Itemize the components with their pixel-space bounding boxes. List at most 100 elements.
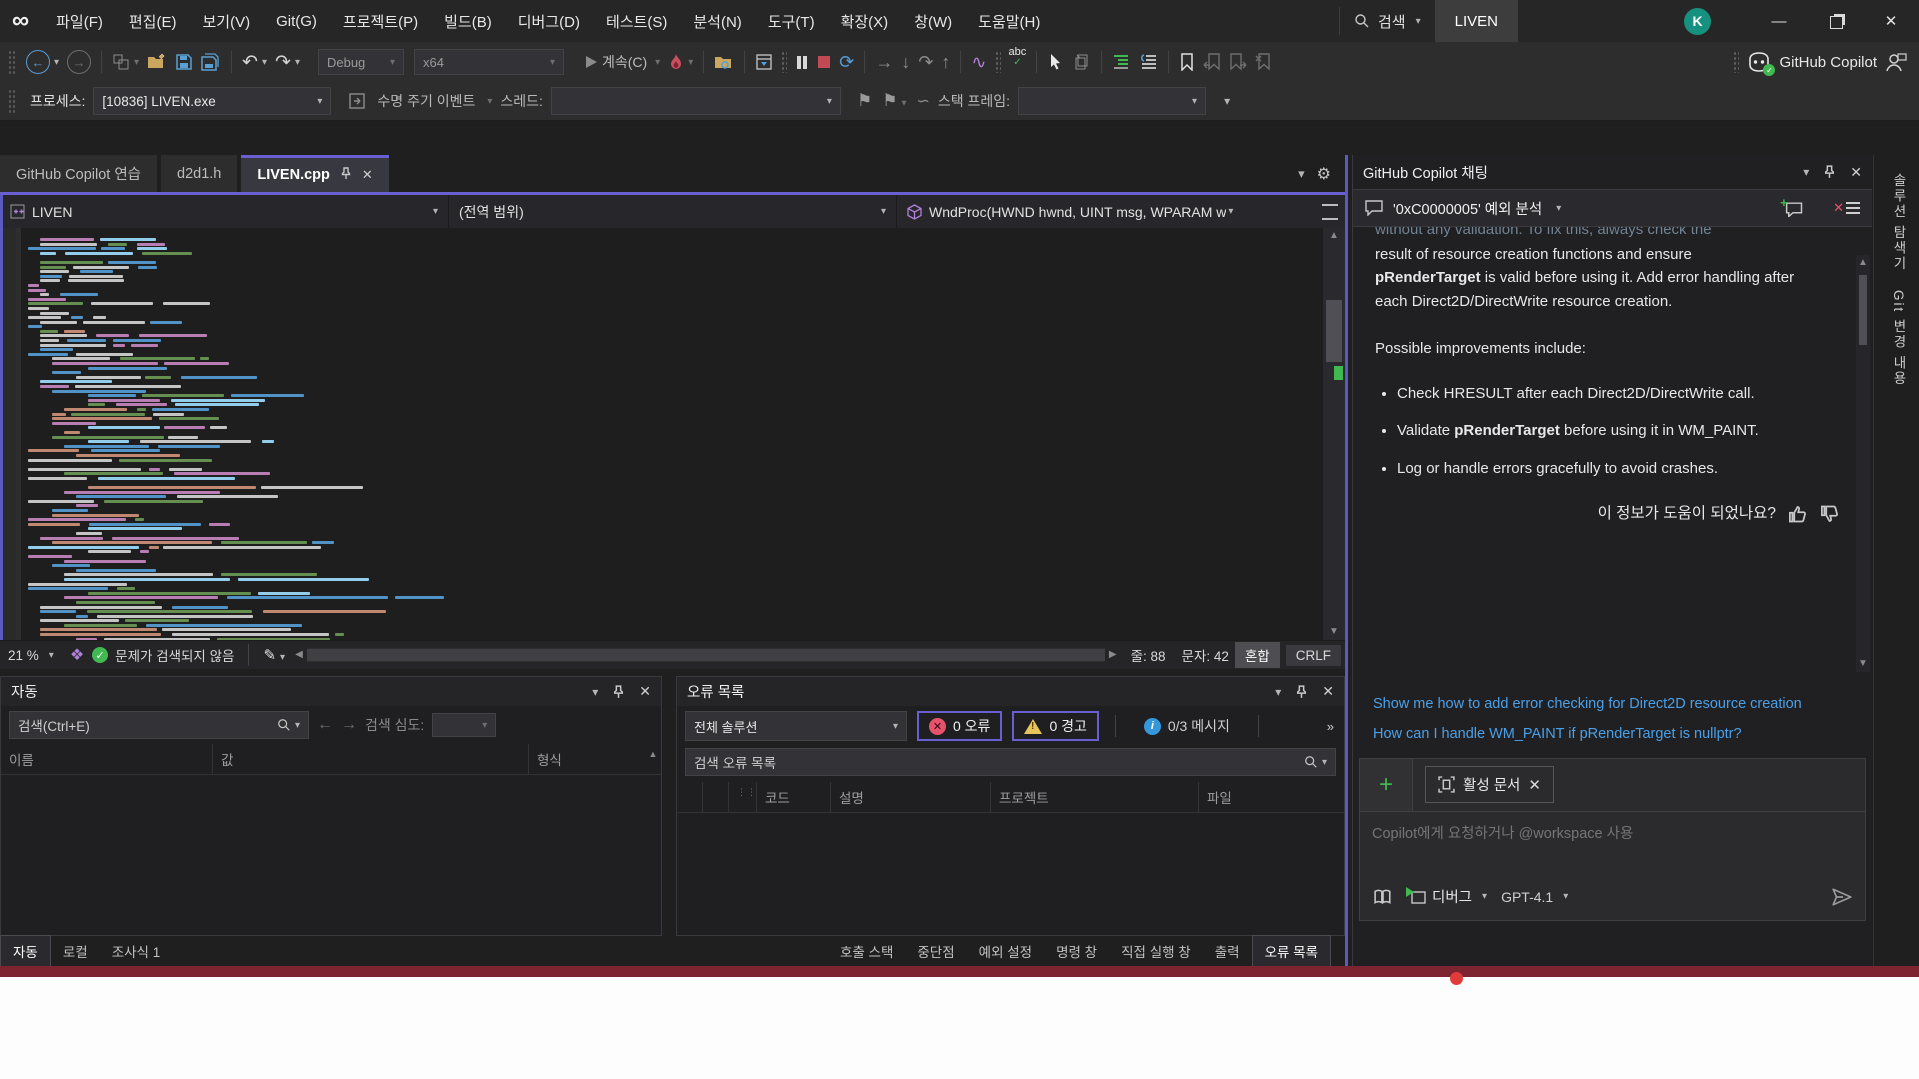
tab-liven-cpp[interactable]: LIVEN.cpp ✕ <box>241 155 388 192</box>
menu-build[interactable]: 빌드(B) <box>431 11 505 32</box>
application-window-button[interactable] <box>751 47 777 77</box>
feedback-person-button[interactable] <box>1881 47 1911 77</box>
hscroll-left-icon[interactable]: ◀ <box>295 647 303 663</box>
status-line-ending[interactable]: CRLF <box>1286 645 1341 666</box>
menu-help[interactable]: 도움말(H) <box>965 11 1053 32</box>
status-encoding[interactable]: 혼합 <box>1235 642 1280 668</box>
menu-test[interactable]: 테스트(S) <box>593 11 680 32</box>
thread-combo[interactable]: ▾ <box>551 87 841 115</box>
stack-frame-combo[interactable]: ▾ <box>1018 87 1206 115</box>
clear-chat-icon[interactable]: ✕ <box>1833 200 1860 216</box>
menu-extensions[interactable]: 확장(X) <box>828 11 902 32</box>
chat-scroll-up-icon[interactable]: ▲ <box>1858 255 1868 271</box>
error-list-panel-header[interactable]: 오류 목록 ▾ ✕ <box>676 676 1345 706</box>
editor-scrollbar-thumb[interactable] <box>1326 300 1342 362</box>
lifecycle-events-button[interactable]: 수명 주기 이벤트 <box>377 91 475 111</box>
copilot-close-icon[interactable]: ✕ <box>1850 164 1862 181</box>
send-icon[interactable] <box>1831 886 1853 908</box>
tab-github-copilot-practice[interactable]: GitHub Copilot 연습 <box>0 155 157 192</box>
step-into-button[interactable]: ↓ <box>897 47 914 77</box>
toolbar-grip[interactable] <box>8 50 16 74</box>
error-list-window-chevron-icon[interactable]: ▾ <box>1275 685 1281 699</box>
tab-error-list[interactable]: 오류 목록 <box>1252 935 1331 967</box>
open-file-button[interactable] <box>143 47 171 77</box>
panel-splitter[interactable] <box>662 676 676 966</box>
error-search-input[interactable]: 검색 오류 목록 ▾ <box>685 748 1336 776</box>
minimize-button[interactable]: — <box>1751 0 1807 42</box>
autos-panel-header[interactable]: 자동 ▾ ✕ <box>0 676 662 706</box>
debugbar-grip[interactable] <box>8 89 16 113</box>
tablist-chevron-icon[interactable]: ▾ <box>1298 166 1305 182</box>
spell-check-button[interactable]: abc ✓ <box>1005 47 1031 77</box>
tab-locals[interactable]: 로컬 <box>51 936 100 966</box>
remove-context-icon[interactable]: ✕ <box>1528 776 1541 794</box>
step-over-button[interactable]: ↷ <box>914 47 937 77</box>
tab-autos[interactable]: 자동 <box>0 935 51 967</box>
autos-search-forward-icon[interactable]: → <box>341 716 357 734</box>
error-column-file[interactable]: 파일 <box>1199 782 1344 812</box>
toolbar-overflow-dots-2[interactable] <box>995 51 1001 73</box>
code-editor[interactable] <box>0 228 1345 640</box>
new-chat-icon[interactable]: + <box>1783 200 1803 217</box>
autos-window-chevron-icon[interactable]: ▾ <box>592 685 598 699</box>
tab-output[interactable]: 출력 <box>1203 936 1252 966</box>
copy-lines-button[interactable] <box>1069 47 1095 77</box>
copilot-session-title[interactable]: '0xC0000005' 예외 분석 <box>1393 198 1542 219</box>
model-selector[interactable]: GPT-4.1 ▾ <box>1501 889 1568 905</box>
warnings-filter-button[interactable]: 0 경고 <box>1012 711 1098 741</box>
menu-window[interactable]: 창(W) <box>901 11 965 32</box>
error-column-project[interactable]: 프로젝트 <box>991 782 1199 812</box>
active-document-chip[interactable]: 활성 문서 ✕ <box>1425 766 1554 803</box>
tab-exception-settings[interactable]: 예외 설정 <box>967 936 1044 966</box>
error-list-pin-icon[interactable] <box>1295 685 1308 699</box>
copilot-window-chevron-icon[interactable]: ▾ <box>1803 165 1809 179</box>
copilot-pin-icon[interactable] <box>1823 165 1836 179</box>
redo-button[interactable]: ↷▾ <box>271 47 304 77</box>
code-cleanup-icon[interactable]: ✎▾ <box>263 646 285 664</box>
reference-book-icon[interactable] <box>1372 888 1394 906</box>
toolbar-overflow-dots[interactable] <box>781 51 787 73</box>
thumbs-up-icon[interactable] <box>1788 504 1808 524</box>
editor-vertical-scrollbar[interactable]: ▲ ▼ <box>1323 228 1345 640</box>
chat-scroll-down-icon[interactable]: ▼ <box>1858 656 1868 672</box>
hscroll-right-icon[interactable]: ▶ <box>1109 647 1117 663</box>
tab-command-window[interactable]: 명령 창 <box>1044 936 1109 966</box>
error-column-suppression[interactable] <box>703 782 729 812</box>
continue-button[interactable]: 계속(C)▾ <box>580 47 664 77</box>
restore-button[interactable] <box>1807 0 1863 42</box>
selection-mode-button[interactable] <box>1043 47 1069 77</box>
scroll-up-icon[interactable]: ▲ <box>1329 228 1339 244</box>
error-column-description[interactable]: 설명 <box>831 782 991 812</box>
save-button[interactable] <box>171 47 197 77</box>
find-in-files-button[interactable] <box>710 47 738 77</box>
copilot-chat-transcript[interactable]: without any validation. To fix this, alw… <box>1353 227 1872 682</box>
suggestion-link[interactable]: Show me how to add error checking for Di… <box>1373 694 1803 716</box>
close-tab-icon[interactable]: ✕ <box>362 167 373 183</box>
codelens-indicator-icon[interactable]: ❖ <box>70 645 84 665</box>
flag-thread-icon[interactable]: ⚑▾ <box>882 91 906 111</box>
toolbar-overflow-dots-3[interactable] <box>1733 51 1739 73</box>
split-editor-icon[interactable] <box>1322 204 1338 220</box>
suspend-icon[interactable]: ∽ <box>916 91 929 111</box>
tab-d2d1-h[interactable]: d2d1.h <box>161 155 237 192</box>
toggle-bookmark-button[interactable] <box>1175 47 1199 77</box>
autos-pin-icon[interactable] <box>612 685 625 699</box>
nav-project-combo[interactable]: LIVEN ▾ <box>0 195 448 228</box>
navigate-forward-button[interactable]: → <box>63 47 95 77</box>
tab-call-stack[interactable]: 호출 스택 <box>828 936 905 966</box>
hot-reload-button[interactable]: ▾ <box>664 47 697 77</box>
restart-button[interactable]: ⟳ <box>835 47 858 77</box>
tab-breakpoints[interactable]: 중단점 <box>905 936 966 966</box>
debugbar-options-chevron[interactable]: ▾ <box>1224 94 1230 108</box>
indent-lines-button[interactable] <box>1108 47 1134 77</box>
horizontal-splitter[interactable] <box>0 668 1345 676</box>
menu-view[interactable]: 보기(V) <box>189 11 263 32</box>
scroll-down-icon[interactable]: ▼ <box>1329 624 1339 640</box>
menu-debug[interactable]: 디버그(D) <box>505 11 593 32</box>
menu-tools[interactable]: 도구(T) <box>755 11 828 32</box>
next-bookmark-button[interactable] <box>1225 47 1251 77</box>
autos-column-type[interactable]: 형식 <box>529 744 645 774</box>
intellisense-toggle-button[interactable]: ∿ <box>967 47 990 77</box>
zoom-combo[interactable]: 21 %▾ <box>0 648 62 663</box>
error-column-grip[interactable]: ⋮⋮ <box>729 782 757 812</box>
